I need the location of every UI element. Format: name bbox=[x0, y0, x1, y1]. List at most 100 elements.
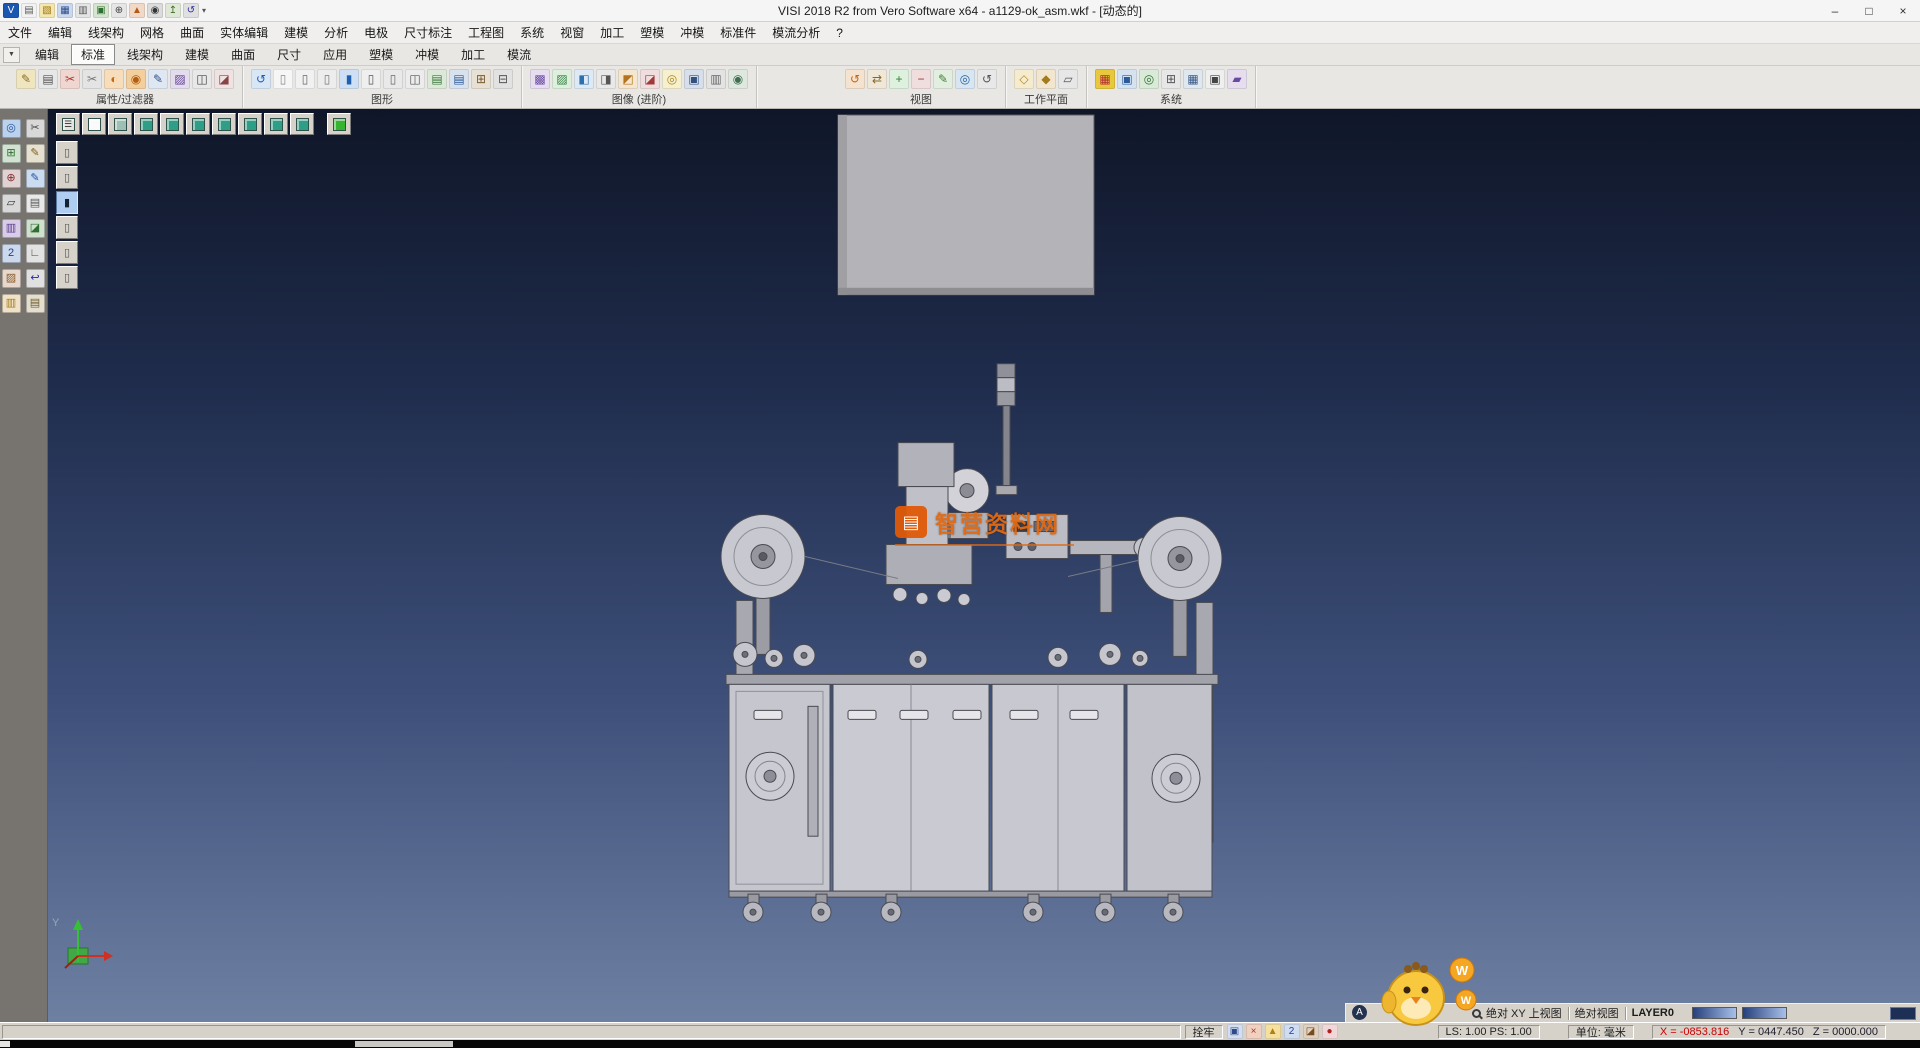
view-globe-icon[interactable]: ◎ bbox=[955, 69, 975, 89]
vp-toggle-3-icon[interactable]: ▮ bbox=[56, 191, 78, 214]
pencil-blue-icon[interactable]: ✎ bbox=[26, 169, 45, 188]
view-refresh-icon[interactable]: ↺ bbox=[977, 69, 997, 89]
section-icon[interactable]: ▥ bbox=[706, 69, 726, 89]
attribute-copy-icon[interactable]: ▤ bbox=[38, 69, 58, 89]
menu-die[interactable]: 冲模 bbox=[672, 22, 712, 43]
tab-machining[interactable]: 加工 bbox=[451, 44, 495, 65]
layer-filter-icon[interactable]: ◉ bbox=[126, 69, 146, 89]
menu-edit[interactable]: 编辑 bbox=[40, 22, 80, 43]
view-rotate-icon[interactable]: ↺ bbox=[845, 69, 865, 89]
current-view-label[interactable]: 绝对 XY 上视图 bbox=[1486, 1005, 1562, 1021]
zoom-window-icon[interactable]: ▯ bbox=[383, 69, 403, 89]
menu-standard-parts[interactable]: 标准件 bbox=[712, 22, 764, 43]
view-iso-nw-icon[interactable] bbox=[160, 113, 184, 135]
dynamic-view-icon[interactable]: ▮ bbox=[339, 69, 359, 89]
erase-filter-icon[interactable]: ◪ bbox=[214, 69, 234, 89]
status-delete-icon[interactable]: × bbox=[1246, 1024, 1262, 1039]
db-filter-icon[interactable]: ⊟ bbox=[493, 69, 513, 89]
menu-wireframe[interactable]: 线架构 bbox=[80, 22, 132, 43]
zoom-out-icon[interactable]: − bbox=[911, 69, 931, 89]
world-icon[interactable]: ◎ bbox=[1139, 69, 1159, 89]
tab-die[interactable]: 冲模 bbox=[405, 44, 449, 65]
viewport[interactable]: ☰ ▯▯▮▯▯▯ ▤ 智营资料网 Y bbox=[48, 109, 1920, 1022]
tab-dimension[interactable]: 尺寸 bbox=[267, 44, 311, 65]
close-button[interactable]: × bbox=[1886, 0, 1920, 21]
model-canvas[interactable] bbox=[48, 109, 1920, 1022]
hatch-icon[interactable]: ▨ bbox=[2, 269, 21, 288]
status-help-icon[interactable]: 2 bbox=[1284, 1024, 1300, 1039]
tab-application[interactable]: 应用 bbox=[313, 44, 357, 65]
view-iso-ne-icon[interactable] bbox=[134, 113, 158, 135]
save-icon[interactable]: ▦ bbox=[57, 3, 73, 18]
background-icon[interactable]: ▣ bbox=[684, 69, 704, 89]
mask-icon[interactable]: ◫ bbox=[192, 69, 212, 89]
sketch-pencil-icon[interactable]: ✎ bbox=[26, 144, 45, 163]
hidden-line-icon[interactable]: ▯ bbox=[317, 69, 337, 89]
vp-toggle-2-icon[interactable]: ▯ bbox=[56, 166, 78, 189]
menu-drafting[interactable]: 工程图 bbox=[460, 22, 512, 43]
filter-gray-icon[interactable]: ✂ bbox=[82, 69, 102, 89]
new-document-icon[interactable]: ▤ bbox=[21, 3, 37, 18]
zoom-extents-icon[interactable]: ▯ bbox=[361, 69, 381, 89]
monitor-icon[interactable]: ▣ bbox=[93, 3, 109, 18]
trim-icon[interactable]: ✂ bbox=[26, 119, 45, 138]
layer-db-icon[interactable]: ▤ bbox=[427, 69, 447, 89]
menu-mesh[interactable]: 网格 bbox=[132, 22, 172, 43]
menu-dimension[interactable]: 尺寸标注 bbox=[396, 22, 460, 43]
tab-dropdown-icon[interactable]: ▼ bbox=[3, 47, 20, 63]
texture-icon[interactable]: ▨ bbox=[552, 69, 572, 89]
light-icon[interactable]: ◎ bbox=[662, 69, 682, 89]
workplane-align-icon[interactable]: ◆ bbox=[1036, 69, 1056, 89]
filter-cut-icon[interactable]: ✂ bbox=[60, 69, 80, 89]
visi-logo[interactable]: V bbox=[3, 3, 19, 18]
layer-swatch-1[interactable] bbox=[1692, 1007, 1737, 1019]
view-iso-se-icon[interactable] bbox=[186, 113, 210, 135]
color-filter-icon[interactable]: ◐ bbox=[104, 69, 124, 89]
menu-mold[interactable]: 塑模 bbox=[632, 22, 672, 43]
plane-shear-icon[interactable]: ▰ bbox=[1227, 69, 1247, 89]
measure-icon[interactable]: ▱ bbox=[2, 194, 21, 213]
settings-gear-icon[interactable]: ⊕ bbox=[111, 3, 127, 18]
tab-flow[interactable]: 模流 bbox=[497, 44, 541, 65]
capture-icon[interactable]: ◉ bbox=[728, 69, 748, 89]
tab-surface[interactable]: 曲面 bbox=[221, 44, 265, 65]
layer-swatch-2[interactable] bbox=[1742, 1007, 1787, 1019]
taskbar-start-sliver[interactable] bbox=[0, 1041, 10, 1047]
part-box[interactable] bbox=[838, 115, 1094, 295]
active-layer-label[interactable]: LAYER0 bbox=[1632, 1007, 1674, 1019]
image-quality-icon[interactable]: ▩ bbox=[530, 69, 550, 89]
shadow-icon[interactable]: ◨ bbox=[596, 69, 616, 89]
grid-edit-icon[interactable]: ⊞ bbox=[2, 144, 21, 163]
pan-view-icon[interactable]: ◫ bbox=[405, 69, 425, 89]
print-icon[interactable]: ▥ bbox=[75, 3, 91, 18]
vp-toggle-4-icon[interactable]: ▯ bbox=[56, 216, 78, 239]
minimize-button[interactable]: – bbox=[1818, 0, 1852, 21]
shading-mode-icon[interactable]: ▯ bbox=[295, 69, 315, 89]
undo-icon[interactable]: ↺ bbox=[183, 3, 199, 18]
workplane-create-icon[interactable]: ◇ bbox=[1014, 69, 1034, 89]
view-sketch-icon[interactable]: ✎ bbox=[933, 69, 953, 89]
view-iso-sw-icon[interactable] bbox=[212, 113, 236, 135]
status-key-icon[interactable]: ▲ bbox=[1265, 1024, 1281, 1039]
clipboard-icon[interactable]: ▤ bbox=[26, 294, 45, 313]
menu-help[interactable]: ? bbox=[828, 22, 851, 43]
units-readout[interactable]: 单位: 毫米 bbox=[1568, 1025, 1634, 1039]
menu-file[interactable]: 文件 bbox=[0, 22, 40, 43]
element-filter-icon[interactable]: ▨ bbox=[170, 69, 190, 89]
menu-electrode[interactable]: 电极 bbox=[356, 22, 396, 43]
viewport-menu-icon[interactable]: ☰ bbox=[56, 113, 80, 135]
tab-edit[interactable]: 编辑 bbox=[25, 44, 69, 65]
status-sphere-icon[interactable]: ● bbox=[1322, 1024, 1338, 1039]
calculator-icon[interactable]: ⊞ bbox=[1161, 69, 1181, 89]
cube-tool-icon[interactable]: ◪ bbox=[26, 219, 45, 238]
status-cube-icon[interactable]: ◪ bbox=[1303, 1024, 1319, 1039]
attribute-brush-icon[interactable]: ✎ bbox=[16, 69, 36, 89]
bars-icon[interactable]: ▥ bbox=[2, 294, 21, 313]
tab-wireframe[interactable]: 线架构 bbox=[117, 44, 173, 65]
menu-moldflow[interactable]: 模流分析 bbox=[764, 22, 828, 43]
grid-icon[interactable]: ▦ bbox=[1183, 69, 1203, 89]
material-icon[interactable]: ◪ bbox=[640, 69, 660, 89]
machine-model[interactable] bbox=[721, 364, 1222, 922]
color-table-icon[interactable]: ▦ bbox=[1095, 69, 1115, 89]
tab-standard[interactable]: 标准 bbox=[71, 44, 115, 65]
